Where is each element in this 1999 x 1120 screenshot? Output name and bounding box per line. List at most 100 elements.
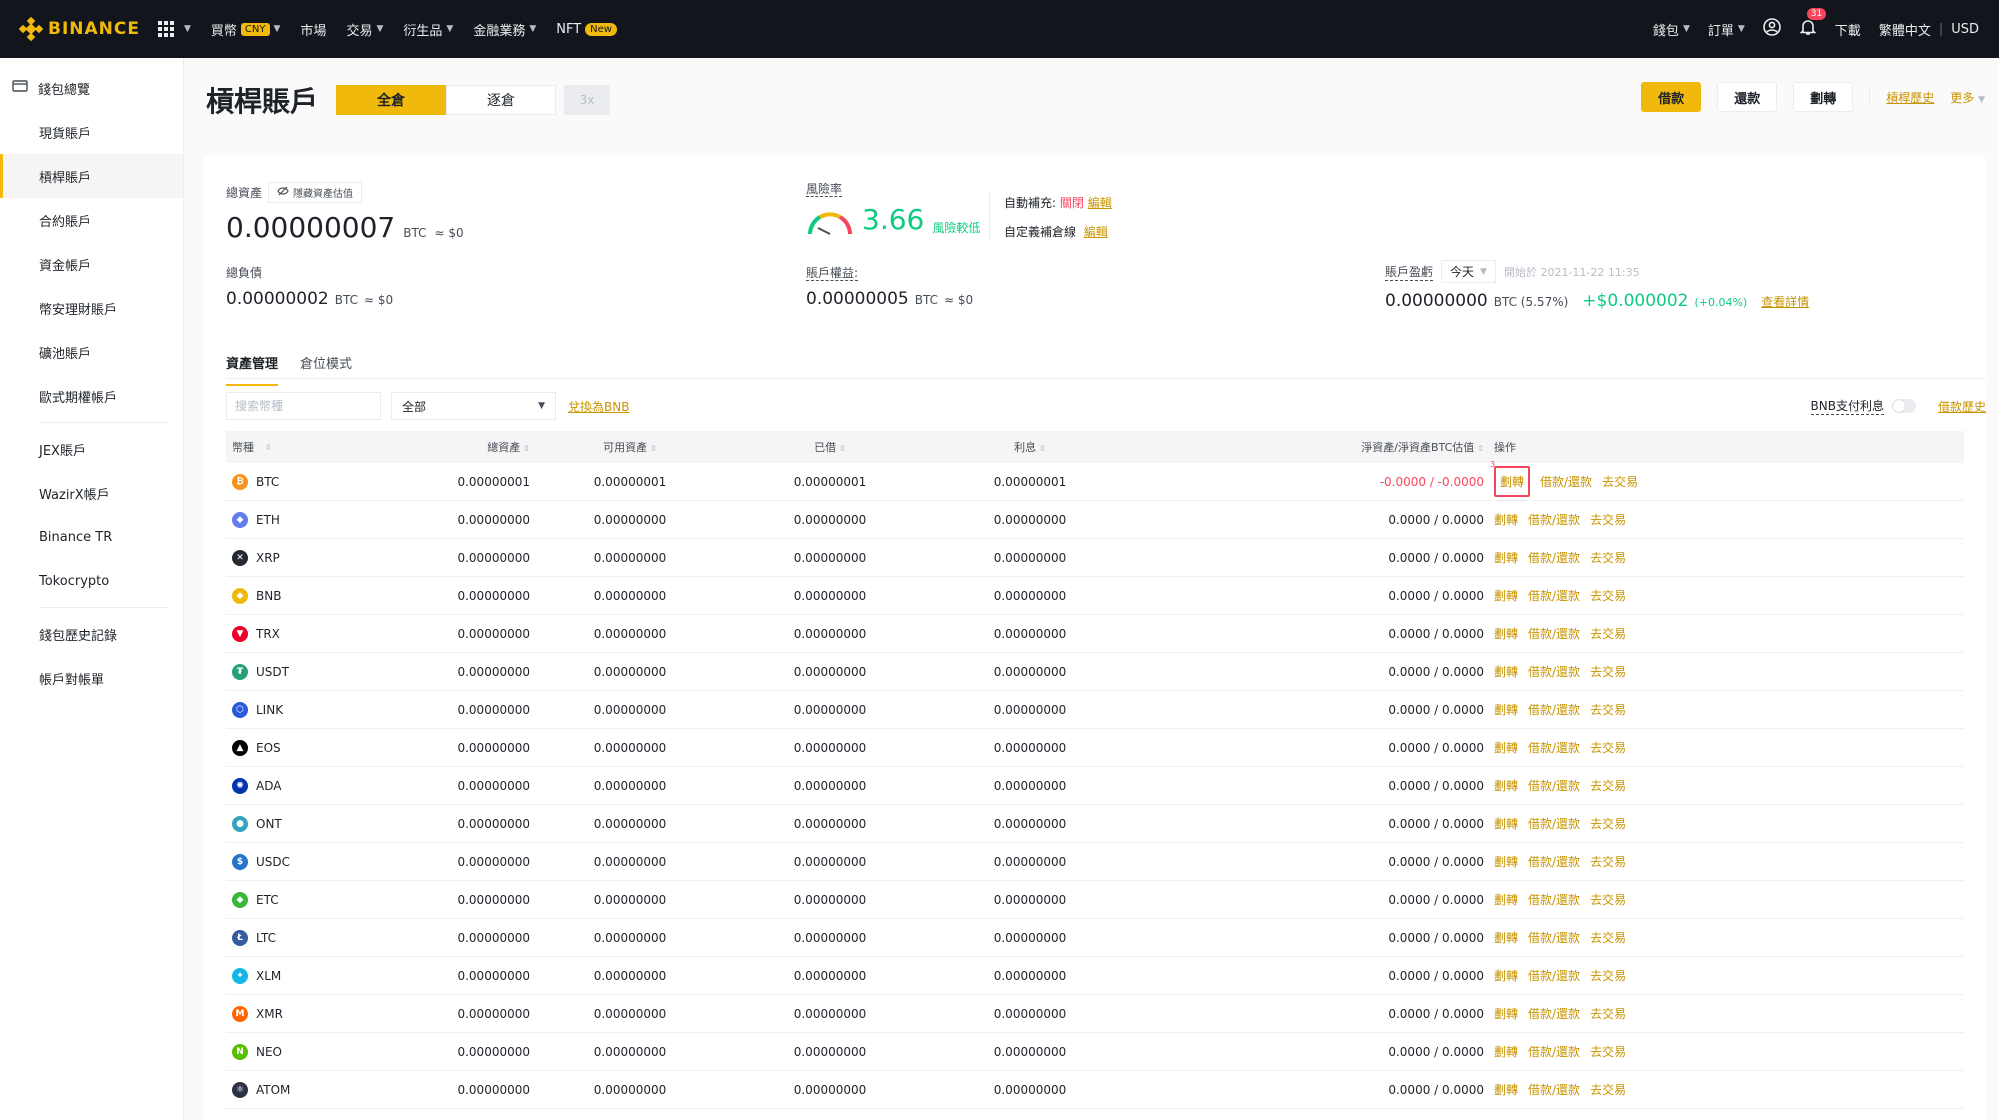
transfer-link[interactable]: 劃轉 bbox=[1494, 1005, 1518, 1022]
col-header-coin[interactable]: 幣種 ⇕ bbox=[226, 439, 429, 455]
tab-asset-management[interactable]: 資產管理 bbox=[226, 353, 279, 386]
sidebar-item-spot[interactable]: 現貨賬戶 bbox=[0, 110, 183, 154]
trade-link[interactable]: 去交易 bbox=[1590, 587, 1626, 604]
sidebar-item-statement[interactable]: 帳戶對帳單 bbox=[0, 656, 183, 700]
transfer-link[interactable]: 3 劃轉 bbox=[1490, 460, 1531, 497]
trade-link[interactable]: 去交易 bbox=[1590, 1043, 1626, 1060]
bnb-interest-toggle[interactable] bbox=[1891, 399, 1916, 413]
margin-history-link[interactable]: 槓桿歷史 bbox=[1886, 89, 1934, 106]
apps-menu[interactable]: ▼ bbox=[157, 21, 191, 37]
trade-link[interactable]: 去交易 bbox=[1590, 1081, 1626, 1098]
convert-to-bnb-link[interactable]: 兌換為BNB bbox=[568, 398, 629, 415]
coin-filter-select[interactable]: 全部 ▼ bbox=[391, 392, 556, 420]
hide-balance-toggle[interactable]: 隱藏資產估值 bbox=[268, 182, 363, 203]
sidebar-item-wallet-history[interactable]: 錢包歷史記錄 bbox=[0, 612, 183, 656]
transfer-link[interactable]: 劃轉 bbox=[1494, 1043, 1518, 1060]
col-header-net-assets[interactable]: 淨資產/淨資產BTC估值 ⇕ bbox=[1130, 439, 1494, 455]
transfer-link[interactable]: 劃轉 bbox=[1494, 663, 1518, 680]
trade-link[interactable]: 去交易 bbox=[1590, 701, 1626, 718]
pnl-detail-link[interactable]: 查看詳情 bbox=[1761, 293, 1809, 310]
trade-link[interactable]: 去交易 bbox=[1590, 625, 1626, 642]
trade-link[interactable]: 去交易 bbox=[1590, 663, 1626, 680]
transfer-link[interactable]: 劃轉 bbox=[1494, 549, 1518, 566]
transfer-link[interactable]: 劃轉 bbox=[1494, 815, 1518, 832]
trade-link[interactable]: 去交易 bbox=[1590, 929, 1626, 946]
coin-search-input[interactable] bbox=[226, 392, 381, 420]
borrow-repay-link[interactable]: 借款/還款 bbox=[1528, 739, 1580, 756]
trade-link[interactable]: 去交易 bbox=[1590, 777, 1626, 794]
nav-markets[interactable]: 市場 bbox=[300, 20, 326, 39]
trade-link[interactable]: 去交易 bbox=[1590, 511, 1626, 528]
borrow-repay-link[interactable]: 借款/還款 bbox=[1528, 1081, 1580, 1098]
pnl-period-select[interactable]: 今天 ▼ bbox=[1441, 260, 1496, 283]
nav-derivatives[interactable]: 衍生品 ▼ bbox=[403, 20, 453, 39]
cross-margin-button[interactable]: 全倉 bbox=[336, 85, 447, 115]
borrow-repay-link[interactable]: 借款/還款 bbox=[1528, 587, 1580, 604]
transfer-link[interactable]: 劃轉 bbox=[1494, 701, 1518, 718]
borrow-repay-link[interactable]: 借款/還款 bbox=[1528, 891, 1580, 908]
transfer-button[interactable]: 劃轉 bbox=[1793, 82, 1854, 112]
sidebar-item-options[interactable]: 歐式期權帳戶 bbox=[0, 374, 183, 418]
borrow-repay-link[interactable]: 借款/還款 bbox=[1528, 1043, 1580, 1060]
nav-buy-crypto[interactable]: 買幣 CNY ▼ bbox=[211, 20, 280, 39]
trade-link[interactable]: 去交易 bbox=[1590, 549, 1626, 566]
sidebar-item-earn[interactable]: 幣安理財賬戶 bbox=[0, 286, 183, 330]
transfer-link[interactable]: 劃轉 bbox=[1494, 1081, 1518, 1098]
transfer-link[interactable]: 劃轉 bbox=[1494, 929, 1518, 946]
borrow-repay-link[interactable]: 借款/還款 bbox=[1528, 663, 1580, 680]
trade-link[interactable]: 去交易 bbox=[1590, 853, 1626, 870]
trade-link[interactable]: 去交易 bbox=[1590, 891, 1626, 908]
download-link[interactable]: 下載 bbox=[1835, 20, 1861, 39]
sidebar-item-wazirx[interactable]: WazirX帳戶 bbox=[0, 471, 183, 515]
nav-nft[interactable]: NFT New bbox=[556, 22, 617, 37]
transfer-link[interactable]: 劃轉 bbox=[1494, 587, 1518, 604]
col-header-interest[interactable]: 利息 ⇕ bbox=[930, 439, 1130, 455]
borrow-repay-link[interactable]: 借款/還款 bbox=[1528, 929, 1580, 946]
col-header-total[interactable]: 總資產 ⇕ bbox=[429, 439, 530, 455]
trade-link[interactable]: 去交易 bbox=[1602, 473, 1638, 490]
trade-link[interactable]: 去交易 bbox=[1590, 739, 1626, 756]
trade-link[interactable]: 去交易 bbox=[1590, 815, 1626, 832]
repay-button[interactable]: 還款 bbox=[1717, 82, 1778, 112]
user-icon[interactable] bbox=[1762, 18, 1781, 40]
col-header-available[interactable]: 可用資產 ⇕ bbox=[530, 439, 730, 455]
trade-link[interactable]: 去交易 bbox=[1590, 967, 1626, 984]
transfer-link[interactable]: 劃轉 bbox=[1494, 777, 1518, 794]
language-selector[interactable]: 繁體中文 bbox=[1879, 20, 1931, 39]
transfer-link[interactable]: 劃轉 bbox=[1494, 739, 1518, 756]
sidebar-item-wallet-overview[interactable]: 錢包總覽 bbox=[0, 66, 183, 110]
transfer-link[interactable]: 劃轉 bbox=[1494, 511, 1518, 528]
orders-menu[interactable]: 訂單 ▼ bbox=[1708, 20, 1745, 39]
transfer-link[interactable]: 劃轉 bbox=[1494, 853, 1518, 870]
borrow-repay-link[interactable]: 借款/還款 bbox=[1528, 701, 1580, 718]
wallet-menu[interactable]: 錢包 ▼ bbox=[1653, 20, 1690, 39]
currency-selector[interactable]: USD bbox=[1951, 22, 1979, 37]
borrow-repay-link[interactable]: 借款/還款 bbox=[1528, 815, 1580, 832]
nav-finance[interactable]: 金融業務 ▼ bbox=[473, 20, 536, 39]
borrow-repay-link[interactable]: 借款/還款 bbox=[1528, 1005, 1580, 1022]
sidebar-item-binance-tr[interactable]: Binance TR bbox=[0, 515, 183, 559]
notification-bell-icon[interactable]: 31 bbox=[1799, 8, 1827, 40]
isolated-margin-button[interactable]: 逐倉 bbox=[446, 85, 557, 115]
sidebar-item-tokocrypto[interactable]: Tokocrypto bbox=[0, 559, 183, 603]
transfer-link[interactable]: 劃轉 bbox=[1494, 967, 1518, 984]
sidebar-item-funding[interactable]: 資金帳戶 bbox=[0, 242, 183, 286]
sidebar-item-margin[interactable]: 槓桿賬戶 bbox=[0, 154, 183, 198]
more-menu[interactable]: 更多 ▼ bbox=[1950, 89, 1985, 106]
borrow-repay-link[interactable]: 借款/還款 bbox=[1540, 473, 1592, 490]
borrow-repay-link[interactable]: 借款/還款 bbox=[1528, 549, 1580, 566]
borrow-repay-link[interactable]: 借款/還款 bbox=[1528, 777, 1580, 794]
nav-trade[interactable]: 交易 ▼ bbox=[346, 20, 383, 39]
custom-topup-edit-link[interactable]: 編輯 bbox=[1084, 225, 1108, 239]
borrow-button[interactable]: 借款 bbox=[1641, 82, 1702, 112]
borrow-repay-link[interactable]: 借款/還款 bbox=[1528, 511, 1580, 528]
borrow-history-link[interactable]: 借款歷史 bbox=[1938, 398, 1986, 415]
trade-link[interactable]: 去交易 bbox=[1590, 1005, 1626, 1022]
col-header-borrowed[interactable]: 已借 ⇕ bbox=[730, 439, 930, 455]
borrow-repay-link[interactable]: 借款/還款 bbox=[1528, 625, 1580, 642]
transfer-link[interactable]: 劃轉 bbox=[1494, 891, 1518, 908]
borrow-repay-link[interactable]: 借款/還款 bbox=[1528, 853, 1580, 870]
tab-position-mode[interactable]: 倉位模式 bbox=[300, 353, 352, 386]
borrow-repay-link[interactable]: 借款/還款 bbox=[1528, 967, 1580, 984]
sidebar-item-pool[interactable]: 礦池賬戶 bbox=[0, 330, 183, 374]
